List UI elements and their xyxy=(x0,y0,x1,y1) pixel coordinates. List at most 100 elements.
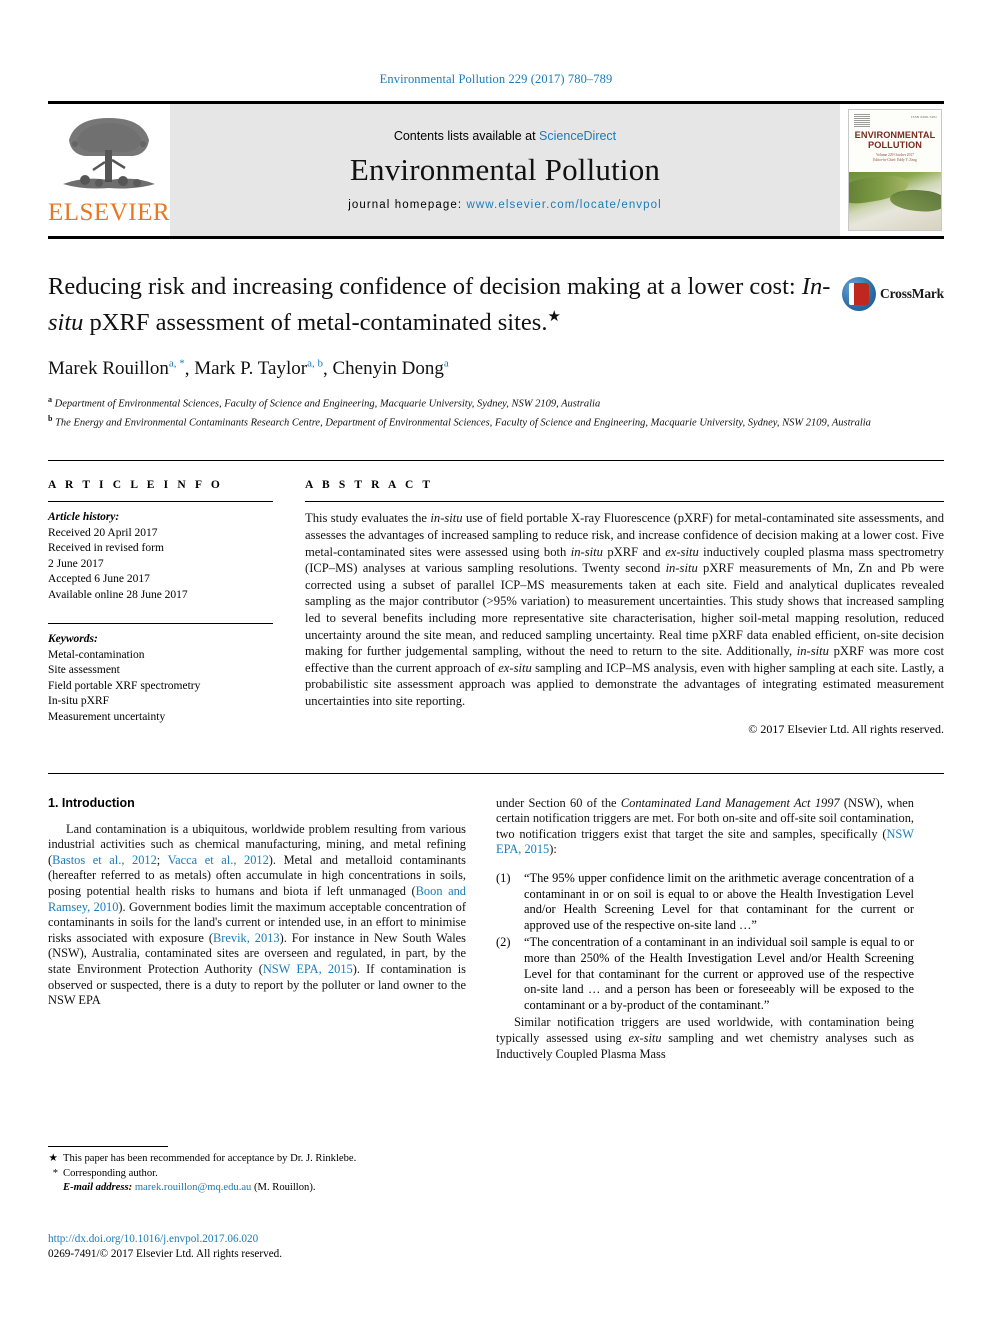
trigger-2-marker: (2) xyxy=(496,935,511,950)
footnote-block: ★ This paper has been recommended for ac… xyxy=(48,1146,466,1196)
journal-cover-thumbnail: ISSN 0269-7491 ENVIRONMENTAL POLLUTION V… xyxy=(840,104,944,236)
title-block: Reducing risk and increasing confidence … xyxy=(48,271,944,338)
footnote-star-mark: ★ xyxy=(48,1153,59,1164)
journal-homepage-line: journal homepage: www.elsevier.com/locat… xyxy=(348,199,662,211)
elsevier-logo: ELSEVIER xyxy=(48,104,170,236)
article-title: Reducing risk and increasing confidence … xyxy=(48,271,838,338)
cover-image: ISSN 0269-7491 ENVIRONMENTAL POLLUTION V… xyxy=(848,109,942,231)
email-address-link[interactable]: marek.rouillon@mq.edu.au xyxy=(135,1182,252,1193)
keyword-2: Field portable XRF spectrometry xyxy=(48,679,201,692)
contents-prefix: Contents lists available at xyxy=(393,129,540,143)
author-2: Mark P. Taylora, b xyxy=(194,358,323,379)
affiliation-b-text: The Energy and Environmental Contaminant… xyxy=(55,417,871,429)
keywords-label: Keywords: xyxy=(48,633,98,646)
intro-paragraph-right-2: Similar notification triggers are used w… xyxy=(496,1015,914,1061)
abstract-rule xyxy=(305,501,944,503)
affiliation-b: b The Energy and Environmental Contamina… xyxy=(48,412,944,431)
trigger-item-2: (2) “The concentration of a contaminant … xyxy=(496,935,914,1013)
abstract-heading: A B S T R A C T xyxy=(305,479,434,492)
masthead-bottom-rule xyxy=(48,236,944,239)
notification-triggers-list: (1) “The 95% upper confidence limit on t… xyxy=(496,871,914,1013)
intro-paragraph-right: under Section 60 of the Contaminated Lan… xyxy=(496,795,914,857)
affiliation-a-mark: a xyxy=(48,395,52,405)
history-item-4: Available online 28 June 2017 xyxy=(48,588,188,601)
history-item-1: Received in revised form xyxy=(48,542,164,555)
trigger-2-text: “The concentration of a contaminant in a… xyxy=(524,935,914,1012)
author-2-name: Mark P. Taylor xyxy=(194,358,308,380)
author-3-name: Chenyin Dong xyxy=(332,358,444,380)
info-abstract-section: A R T I C L E I N F O Article history: R… xyxy=(48,460,944,736)
journal-title: Environmental Pollution xyxy=(349,152,661,187)
author-2-sup: a, b xyxy=(307,358,323,371)
body-column-left: 1. Introduction Land contamination is a … xyxy=(48,796,466,1063)
abstract-column: A B S T R A C T This study evaluates the… xyxy=(305,479,944,736)
author-list: Marek Rouillona, *, Mark P. Taylora, b, … xyxy=(48,352,944,381)
abstract-copyright: © 2017 Elsevier Ltd. All rights reserved… xyxy=(748,721,944,736)
cover-title-line2: POLLUTION xyxy=(868,140,922,150)
elsevier-tree-icon xyxy=(63,118,155,189)
running-head: Environmental Pollution 229 (2017) 780–7… xyxy=(379,72,613,86)
trigger-1-text: “The 95% upper confidence limit on the a… xyxy=(524,870,914,932)
cover-sub-line2: Editor-in-Chief: Eddy Y. Zeng xyxy=(873,158,917,162)
footnote-corresponding-mark: * xyxy=(52,1167,58,1179)
trigger-item-1: (1) “The 95% upper confidence limit on t… xyxy=(496,871,914,933)
intro-paragraph-left: Land contamination is a ubiquitous, worl… xyxy=(48,821,466,1008)
trigger-1-marker: (1) xyxy=(496,870,511,885)
crossmark-icon xyxy=(842,277,877,311)
homepage-prefix: journal homepage: xyxy=(348,199,467,211)
crossmark-label: CrossMark xyxy=(880,286,944,301)
keyword-0: Metal-contamination xyxy=(48,648,145,661)
paper-page: Environmental Pollution 229 (2017) 780–7… xyxy=(0,0,992,1323)
cover-issn: ISSN 0269-7491 xyxy=(911,115,937,119)
journal-masthead: ELSEVIER Contents lists available at Sci… xyxy=(48,101,944,236)
article-history-label: Article history: xyxy=(48,511,120,524)
cover-top-area: ISSN 0269-7491 ENVIRONMENTAL POLLUTION V… xyxy=(849,110,941,173)
keyword-4: Measurement uncertainty xyxy=(48,710,166,723)
author-sep-1: , xyxy=(184,358,195,380)
crossmark-badge[interactable]: CrossMark xyxy=(842,277,944,311)
title-footnote-star: ★ xyxy=(547,309,561,325)
author-1-sup: a, * xyxy=(168,358,185,371)
body-columns: 1. Introduction Land contamination is a … xyxy=(48,772,944,1063)
email-address-label: E-mail address: xyxy=(63,1182,133,1193)
article-info-heading: A R T I C L E I N F O xyxy=(48,479,223,492)
email-suffix: (M. Rouillon). xyxy=(251,1182,316,1193)
keyword-1: Site assessment xyxy=(48,664,120,677)
footnote-rule xyxy=(48,1146,168,1147)
keywords-block: Keywords: Metal-contamination Site asses… xyxy=(48,623,273,725)
footnote-corresponding-row: * Corresponding author. E-mail address: … xyxy=(48,1167,466,1196)
journal-band: Contents lists available at ScienceDirec… xyxy=(170,104,840,236)
article-info-column: A R T I C L E I N F O Article history: R… xyxy=(48,479,273,736)
title-part2: pXRF assessment of metal-contaminated si… xyxy=(83,309,548,337)
affiliation-a-text: Department of Environmental Sciences, Fa… xyxy=(54,398,601,410)
history-item-2: 2 June 2017 xyxy=(48,557,104,570)
corresponding-author-label: Corresponding author. xyxy=(63,1167,158,1179)
footnote-star-text: This paper has been recommended for acce… xyxy=(63,1153,357,1164)
history-item-0: Received 20 April 2017 xyxy=(48,526,158,539)
abstract-text: This study evaluates the in-situ use of … xyxy=(305,511,945,709)
section-heading-introduction: 1. Introduction xyxy=(48,795,135,810)
body-column-right: under Section 60 of the Contaminated Lan… xyxy=(496,796,914,1063)
cover-title: ENVIRONMENTAL POLLUTION xyxy=(849,130,941,150)
author-1-name: Marek Rouillon xyxy=(48,358,169,380)
cover-photo xyxy=(849,172,941,230)
affiliation-b-mark: b xyxy=(48,413,53,423)
cover-title-line1: ENVIRONMENTAL xyxy=(854,130,936,140)
footnote-star-row: ★ This paper has been recommended for ac… xyxy=(48,1152,466,1167)
cover-elsevier-mark-icon xyxy=(854,114,870,127)
affiliation-a: a Department of Environmental Sciences, … xyxy=(48,393,944,412)
history-item-3: Accepted 6 June 2017 xyxy=(48,573,150,586)
author-3: Chenyin Donga xyxy=(332,358,448,379)
keyword-3: In-situ pXRF xyxy=(48,695,110,708)
cover-subtitle: Volume 229 October 2017 Editor-in-Chief:… xyxy=(849,153,941,163)
doi-link[interactable]: http://dx.doi.org/10.1016/j.envpol.2017.… xyxy=(48,1232,282,1247)
affiliation-list: a Department of Environmental Sciences, … xyxy=(48,393,944,430)
author-3-sup: a xyxy=(443,358,449,371)
keywords-rule xyxy=(48,623,273,625)
homepage-url-link[interactable]: www.elsevier.com/locate/envpol xyxy=(466,199,661,211)
title-part1: Reducing risk and increasing confidence … xyxy=(48,273,802,300)
issn-copyright-line: 0269-7491/© 2017 Elsevier Ltd. All right… xyxy=(48,1248,283,1260)
footnote-corresponding-text: Corresponding author. E-mail address: ma… xyxy=(63,1167,466,1196)
sciencedirect-link[interactable]: ScienceDirect xyxy=(539,129,616,143)
contents-available-line: Contents lists available at ScienceDirec… xyxy=(394,129,616,143)
